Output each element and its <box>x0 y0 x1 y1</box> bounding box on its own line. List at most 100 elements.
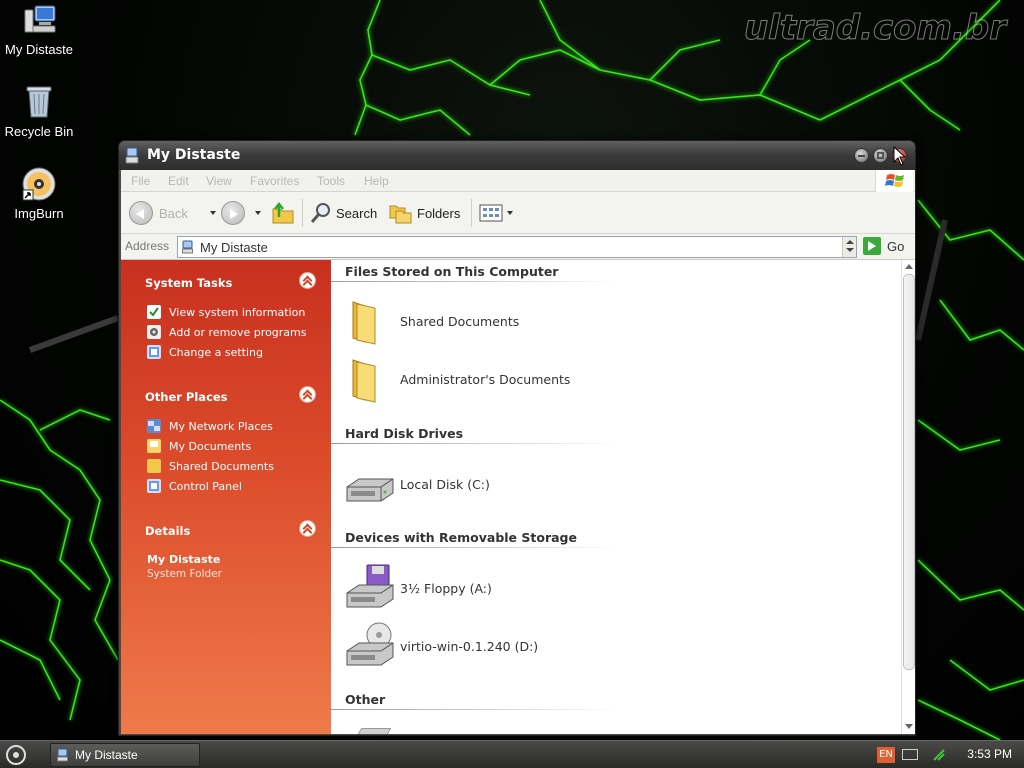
system-tray: EN 3:53 PM <box>874 741 1024 768</box>
details-name: My Distaste <box>147 553 221 566</box>
views-icon <box>479 204 503 222</box>
forward-button[interactable] <box>221 201 261 225</box>
place-control-panel[interactable]: Control Panel <box>147 478 242 494</box>
menu-edit[interactable]: Edit <box>168 174 189 188</box>
scroll-up-arrow-icon[interactable] <box>905 264 913 269</box>
group-title-files-stored: Files Stored on This Computer <box>345 264 559 279</box>
folder-icon <box>147 459 161 473</box>
disc-icon <box>21 166 57 202</box>
menu-file[interactable]: File <box>131 174 150 188</box>
group-divider <box>331 443 621 444</box>
address-bar: Address My Distaste Go <box>121 234 915 260</box>
taskbar-item-label: My Distaste <box>75 748 138 762</box>
back-arrow-icon <box>129 201 153 225</box>
desktop-icon-label: Recycle Bin <box>4 124 74 139</box>
desktop-icon-label: My Distaste <box>5 42 73 57</box>
search-button[interactable]: Search <box>310 201 377 225</box>
desktop-icon-imgburn[interactable]: ImgBurn <box>0 166 78 221</box>
folders-button[interactable]: Folders <box>389 201 460 225</box>
menu-help[interactable]: Help <box>364 174 389 188</box>
partial-item-icon <box>356 728 392 734</box>
go-label: Go <box>887 238 905 254</box>
address-input[interactable]: My Distaste <box>177 236 857 258</box>
place-my-documents[interactable]: My Documents <box>147 438 251 454</box>
item-virtio-win-d[interactable]: virtio-win-0.1.240 (D:) <box>345 618 538 674</box>
chevron-down-icon <box>507 211 513 215</box>
up-folder-icon <box>272 201 294 224</box>
group-divider <box>331 547 621 548</box>
toolbar-separator <box>302 199 303 227</box>
computer-icon <box>21 2 57 38</box>
group-divider <box>331 281 621 282</box>
task-add-remove-programs[interactable]: Add or remove programs <box>147 324 307 340</box>
network-icon[interactable] <box>932 748 946 762</box>
address-value: My Distaste <box>200 240 268 255</box>
title-bar[interactable]: My Distaste <box>119 141 915 170</box>
windows-logo-icon <box>875 170 913 192</box>
chevron-down-icon <box>255 211 261 215</box>
details-title[interactable]: Details <box>145 524 190 538</box>
floppy-drive-icon <box>345 563 395 613</box>
recycle-bin-icon <box>21 84 57 120</box>
computer-icon <box>125 147 139 164</box>
network-icon <box>147 419 161 433</box>
folder-icon <box>345 296 395 346</box>
checklist-icon <box>147 305 161 319</box>
taskbar-item-my-distaste[interactable]: My Distaste <box>50 743 200 767</box>
system-tasks-title[interactable]: System Tasks <box>145 276 232 290</box>
desktop-icon-recycle-bin[interactable]: Recycle Bin <box>0 84 78 139</box>
item-shared-documents[interactable]: Shared Documents <box>345 293 519 349</box>
vertical-scrollbar[interactable] <box>901 260 915 734</box>
go-button[interactable]: Go <box>863 237 904 255</box>
toolbar: Back Search Folders <box>121 192 915 234</box>
watermark-text: ultrad.com.br <box>743 8 1006 49</box>
other-places-title[interactable]: Other Places <box>145 390 228 404</box>
group-title-removable-storage: Devices with Removable Storage <box>345 530 577 545</box>
collapse-details-button[interactable] <box>299 520 316 537</box>
start-button[interactable] <box>6 745 26 765</box>
task-view-system-information[interactable]: View system information <box>147 304 305 320</box>
menu-tools[interactable]: Tools <box>317 174 345 188</box>
views-button[interactable] <box>479 201 513 225</box>
menu-view[interactable]: View <box>206 174 232 188</box>
mouse-cursor-icon <box>893 146 907 166</box>
explorer-window: My Distaste File Edit View Favorites Too… <box>118 140 916 736</box>
control-panel-icon <box>147 345 161 359</box>
minimize-button[interactable] <box>854 148 869 163</box>
back-button[interactable]: Back <box>129 201 216 225</box>
address-dropdown-button[interactable] <box>842 237 856 257</box>
forward-arrow-icon <box>221 201 245 225</box>
group-title-hard-disk-drives: Hard Disk Drives <box>345 426 464 441</box>
group-divider <box>331 709 621 710</box>
documents-folder-icon <box>147 439 161 453</box>
collapse-other-places-button[interactable] <box>299 386 316 403</box>
computer-icon <box>182 240 193 254</box>
scroll-thumb[interactable] <box>903 274 915 670</box>
toolbar-separator <box>471 199 472 227</box>
keyboard-icon[interactable] <box>902 749 918 760</box>
task-pane: System Tasks View system information Add… <box>121 260 331 734</box>
back-label: Back <box>159 205 188 221</box>
maximize-button[interactable] <box>873 148 888 163</box>
clock[interactable]: 3:53 PM <box>967 747 1012 761</box>
control-panel-icon <box>147 479 161 493</box>
collapse-system-tasks-button[interactable] <box>299 272 316 289</box>
search-label: Search <box>336 205 378 221</box>
place-my-network-places[interactable]: My Network Places <box>147 418 273 434</box>
desktop-icon-my-distaste[interactable]: My Distaste <box>0 2 78 57</box>
search-icon <box>310 203 330 223</box>
folders-label: Folders <box>417 205 461 221</box>
place-shared-documents[interactable]: Shared Documents <box>147 458 274 474</box>
language-indicator[interactable]: EN <box>877 747 895 763</box>
item-local-disk-c[interactable]: Local Disk (C:) <box>345 456 490 512</box>
up-folder-button[interactable] <box>271 201 295 225</box>
menu-favorites[interactable]: Favorites <box>250 174 299 188</box>
scroll-down-arrow-icon[interactable] <box>905 724 913 729</box>
go-arrow-icon <box>863 237 881 255</box>
task-change-a-setting[interactable]: Change a setting <box>147 344 263 360</box>
hard-drive-icon <box>345 459 395 509</box>
content-area: Files Stored on This Computer Shared Doc… <box>331 260 901 734</box>
item-floppy-a[interactable]: 3½ Floppy (A:) <box>345 560 492 616</box>
item-administrators-documents[interactable]: Administrator's Documents <box>345 351 570 407</box>
computer-icon <box>57 748 68 762</box>
